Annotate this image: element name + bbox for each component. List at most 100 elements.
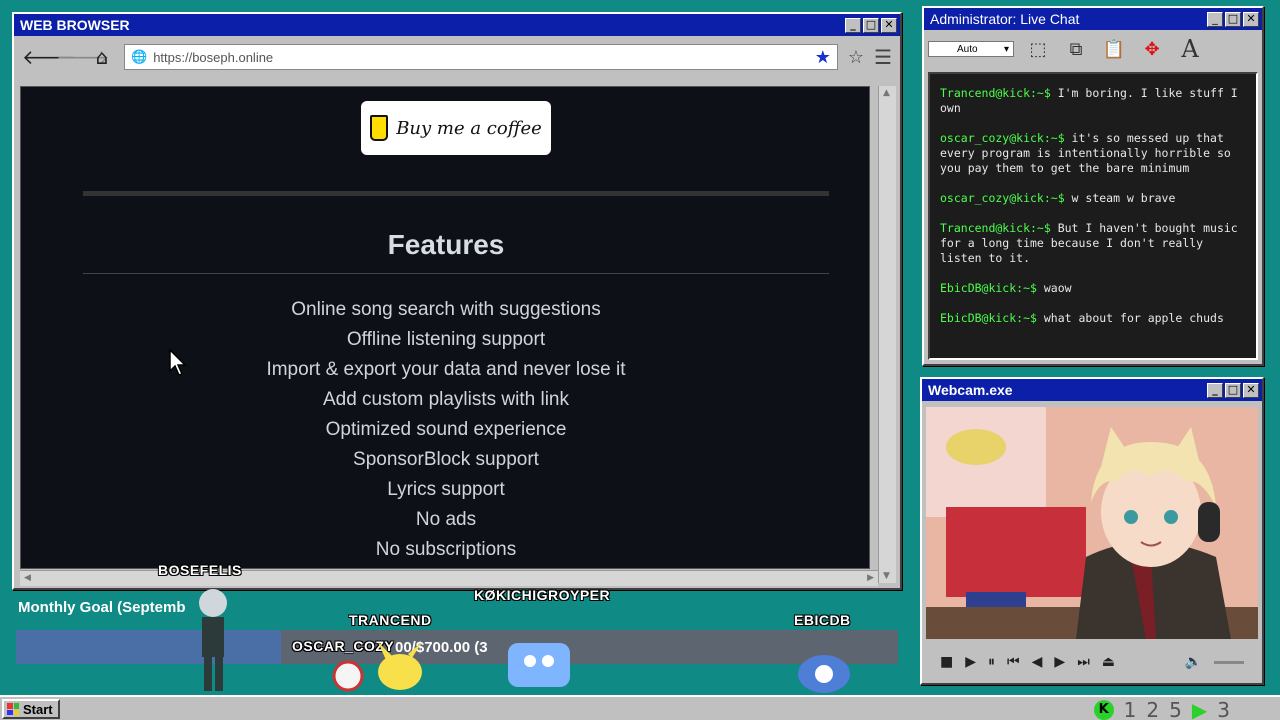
- volume-slider[interactable]: [1214, 660, 1244, 664]
- feature-item: Import & export your data and never lose…: [266, 359, 626, 380]
- stop-icon[interactable]: ■: [940, 654, 953, 670]
- skip-back-icon[interactable]: ⏮: [1007, 654, 1020, 670]
- chat-log[interactable]: Trancend@kick:~$ I'm boring. I like stuf…: [928, 72, 1258, 360]
- forward-arrow-icon[interactable]: 🡒: [56, 45, 110, 69]
- coffee-label: Buy me a coffee: [396, 117, 542, 139]
- feature-item: SponsorBlock support: [353, 449, 539, 470]
- chat-titlebar[interactable]: Administrator: Live Chat _ □ ✕: [924, 8, 1262, 30]
- copy-icon[interactable]: ⧉: [1062, 35, 1090, 63]
- chat-toolbar: Auto ▾ ⬚ ⧉ 📋 ✥ A: [924, 30, 1262, 68]
- start-button[interactable]: Start: [2, 699, 60, 719]
- chat-message: Trancend@kick:~$ But I haven't bought mu…: [940, 221, 1246, 266]
- chat-user: Trancend@kick:~$: [940, 221, 1051, 235]
- system-tray: K 1 2 5 ▶ 3: [1093, 698, 1230, 720]
- viewer-nick-bosefelis: BOSEFELIS: [158, 562, 242, 578]
- viewer-nick-trancend: TRANCEND: [349, 612, 432, 628]
- font-size-select[interactable]: Auto ▾: [928, 41, 1014, 57]
- tray-number: 1: [1123, 698, 1137, 720]
- horizontal-scrollbar[interactable]: ◀ ▶: [20, 570, 878, 586]
- fast-forward-icon[interactable]: ▶: [1054, 654, 1065, 670]
- menu-icon[interactable]: ☰: [874, 45, 892, 69]
- favorites-star-icon[interactable]: ☆: [848, 47, 864, 68]
- webcam-title: Webcam.exe: [928, 382, 1013, 398]
- font-icon[interactable]: A: [1176, 35, 1204, 63]
- avatar-illustration: [926, 407, 1258, 639]
- chat-message: oscar_cozy@kick:~$ w steam w brave: [940, 191, 1246, 206]
- viewer-sprite-icon: [508, 643, 570, 687]
- chat-title: Administrator: Live Chat: [930, 11, 1080, 27]
- browser-title: WEB BROWSER: [20, 17, 130, 33]
- features-heading: Features: [387, 229, 505, 260]
- rewind-icon[interactable]: ◀: [1032, 654, 1043, 670]
- maximize-button[interactable]: □: [1225, 382, 1241, 398]
- play-icon[interactable]: ▶: [1192, 698, 1207, 720]
- minimize-button[interactable]: _: [1207, 11, 1223, 27]
- mouse-cursor-icon: [169, 349, 187, 376]
- scroll-right-arrow-icon[interactable]: ▶: [867, 573, 874, 583]
- feature-item: No ads: [415, 509, 477, 530]
- poliwhirl-sprite-icon: [798, 655, 850, 693]
- pokemon-sprite-icon: [332, 660, 364, 692]
- maximize-button[interactable]: □: [863, 17, 879, 33]
- kick-logo-icon[interactable]: K: [1093, 700, 1114, 720]
- chat-user: oscar_cozy@kick:~$: [940, 131, 1065, 145]
- page-viewport: Buy me a coffee Features Online song sea…: [20, 86, 870, 569]
- move-icon[interactable]: ✥: [1138, 35, 1166, 63]
- chat-message: Trancend@kick:~$ I'm boring. I like stuf…: [940, 86, 1246, 116]
- feature-item: Add custom playlists with link: [322, 389, 570, 410]
- select-region-icon[interactable]: ⬚: [1024, 35, 1052, 63]
- feature-item: Online song search with suggestions: [291, 299, 601, 320]
- skip-forward-icon[interactable]: ⏭: [1077, 654, 1090, 670]
- browser-window: WEB BROWSER _ □ ✕ 🡐 🡒 ⌂ 🌐 https://boseph…: [12, 12, 902, 590]
- close-button[interactable]: ✕: [881, 17, 897, 33]
- chat-message: oscar_cozy@kick:~$ it's so messed up tha…: [940, 131, 1246, 176]
- chat-user: EbicDB@kick:~$: [940, 281, 1037, 295]
- pikachu-sprite-icon: [378, 642, 422, 690]
- scroll-left-arrow-icon[interactable]: ◀: [24, 573, 31, 583]
- taskbar: Start K 1 2 5 ▶ 3: [0, 695, 1280, 720]
- coffee-cup-icon: [370, 115, 389, 141]
- select-value: Auto: [957, 43, 978, 55]
- back-arrow-icon[interactable]: 🡐: [22, 45, 76, 69]
- chat-message: EbicDB@kick:~$ what about for apple chud…: [940, 311, 1246, 326]
- paste-icon[interactable]: 📋: [1100, 35, 1128, 63]
- feature-item: Optimized sound experience: [325, 419, 567, 440]
- vertical-scrollbar[interactable]: ▲ ▼: [878, 86, 896, 583]
- address-bar[interactable]: 🌐 https://boseph.online ★: [124, 44, 838, 70]
- volume-icon[interactable]: 🔈: [1185, 654, 1202, 670]
- browser-titlebar[interactable]: WEB BROWSER _ □ ✕: [14, 14, 900, 36]
- chat-text: what about for apple chuds: [1036, 311, 1224, 325]
- webcam-titlebar[interactable]: Webcam.exe _ □ ✕: [922, 379, 1262, 401]
- close-button[interactable]: ✕: [1243, 382, 1259, 398]
- pause-icon[interactable]: ⏸: [988, 654, 995, 670]
- tray-number: 2: [1146, 698, 1160, 720]
- maximize-button[interactable]: □: [1225, 11, 1241, 27]
- feature-item: No subscriptions: [375, 539, 517, 560]
- buy-me-a-coffee-button[interactable]: Buy me a coffee: [361, 101, 551, 155]
- browser-navbar: 🡐 🡒 ⌂ 🌐 https://boseph.online ★ ☆ ☰: [14, 36, 900, 78]
- goal-label: Monthly Goal (Septemb: [18, 599, 186, 616]
- play-icon[interactable]: ▶: [965, 654, 976, 670]
- webcam-feed: [926, 407, 1258, 639]
- viewer-nick-koki: KØKICHIGROYPER: [474, 587, 611, 603]
- eject-icon[interactable]: ⏏: [1102, 654, 1115, 670]
- close-button[interactable]: ✕: [1243, 11, 1259, 27]
- viewer-nick-ebicdb: EBICDB: [794, 612, 851, 628]
- chevron-down-icon: ▾: [1003, 43, 1009, 55]
- webcam-window: Webcam.exe _ □ ✕ ■ ▶ ⏸ ⏮ ◀ ▶ ⏭ ⏏ 🔈: [920, 377, 1264, 685]
- scroll-up-arrow-icon[interactable]: ▲: [883, 88, 890, 98]
- chat-window: Administrator: Live Chat _ □ ✕ Auto ▾ ⬚ …: [922, 6, 1264, 366]
- minimize-button[interactable]: _: [845, 17, 861, 33]
- minimize-button[interactable]: _: [1207, 382, 1223, 398]
- chat-user: oscar_cozy@kick:~$: [940, 191, 1065, 205]
- chat-message: EbicDB@kick:~$ waow: [940, 281, 1246, 296]
- tray-number: 3: [1217, 698, 1230, 720]
- chat-user: EbicDB@kick:~$: [940, 311, 1037, 325]
- divider: [83, 273, 829, 274]
- scroll-down-arrow-icon[interactable]: ▼: [883, 571, 890, 581]
- tray-number: 5: [1169, 698, 1182, 720]
- home-icon[interactable]: ⌂: [90, 45, 114, 69]
- globe-icon: 🌐: [131, 49, 148, 65]
- bookmark-star-icon[interactable]: ★: [815, 47, 831, 68]
- chat-text: waow: [1036, 281, 1072, 295]
